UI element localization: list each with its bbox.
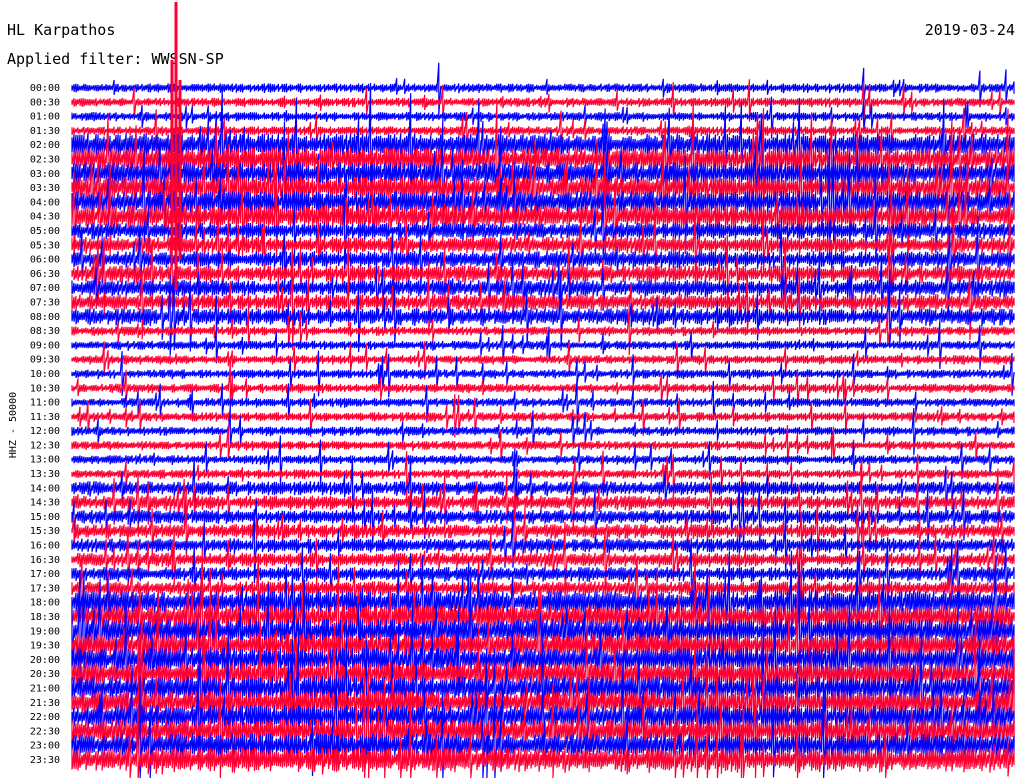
- trace-row: [71, 62, 1015, 115]
- time-tick-label: 03:30: [30, 183, 60, 194]
- time-tick-label: 04:00: [30, 197, 60, 208]
- time-tick-label: 17:30: [30, 583, 60, 594]
- time-tick-label: 07:30: [30, 297, 60, 308]
- time-axis: 00:00 00:30 01:00 01:30 02:00 02:30 03:00 03:30…: [30, 83, 60, 766]
- time-tick-label: 15:30: [30, 526, 60, 537]
- time-tick-label: 00:30: [30, 97, 60, 108]
- time-tick-label: 06:00: [30, 255, 60, 266]
- time-tick-label: 10:00: [30, 369, 60, 380]
- y-axis-label: HHZ - 50000: [8, 392, 19, 458]
- time-tick-label: 20:00: [30, 655, 60, 666]
- time-tick-label: 02:30: [30, 154, 60, 165]
- time-tick-label: 23:00: [30, 741, 60, 752]
- time-tick-label: 03:00: [30, 169, 60, 180]
- time-tick-label: 12:00: [30, 426, 60, 437]
- time-tick-label: 13:30: [30, 469, 60, 480]
- time-tick-label: 08:30: [30, 326, 60, 337]
- time-tick-label: 21:00: [30, 684, 60, 695]
- event-spike: [170, 2, 182, 290]
- time-tick-label: 22:30: [30, 726, 60, 737]
- time-tick-label: 06:30: [30, 269, 60, 280]
- time-tick-label: 14:30: [30, 498, 60, 509]
- time-tick-label: 11:00: [30, 398, 60, 409]
- seismic-traces: [71, 2, 1015, 779]
- time-tick-label: 18:00: [30, 598, 60, 609]
- time-tick-label: 21:30: [30, 698, 60, 709]
- time-tick-label: 19:30: [30, 641, 60, 652]
- helicorder-plot: 00:00 00:30 01:00 01:30 02:00 02:30 03:00 03:30…: [8, 2, 1015, 779]
- time-tick-label: 04:30: [30, 212, 60, 223]
- time-tick-label: 17:00: [30, 569, 60, 580]
- time-tick-label: 13:00: [30, 455, 60, 466]
- time-tick-label: 15:00: [30, 512, 60, 523]
- time-tick-label: 11:30: [30, 412, 60, 423]
- time-tick-label: 09:30: [30, 355, 60, 366]
- time-tick-label: 09:00: [30, 340, 60, 351]
- time-tick-label: 16:00: [30, 541, 60, 552]
- time-tick-label: 05:30: [30, 240, 60, 251]
- time-tick-label: 16:30: [30, 555, 60, 566]
- time-tick-label: 12:30: [30, 440, 60, 451]
- time-tick-label: 01:30: [30, 126, 60, 137]
- time-tick-label: 19:00: [30, 626, 60, 637]
- time-tick-label: 05:00: [30, 226, 60, 237]
- time-tick-label: 10:30: [30, 383, 60, 394]
- time-tick-label: 18:30: [30, 612, 60, 623]
- time-tick-label: 23:30: [30, 755, 60, 766]
- time-tick-label: 22:00: [30, 712, 60, 723]
- time-tick-label: 08:00: [30, 312, 60, 323]
- time-tick-label: 01:00: [30, 112, 60, 123]
- time-tick-label: 00:00: [30, 83, 60, 94]
- time-tick-label: 07:00: [30, 283, 60, 294]
- time-tick-label: 02:00: [30, 140, 60, 151]
- time-tick-label: 20:30: [30, 669, 60, 680]
- time-tick-label: 14:00: [30, 483, 60, 494]
